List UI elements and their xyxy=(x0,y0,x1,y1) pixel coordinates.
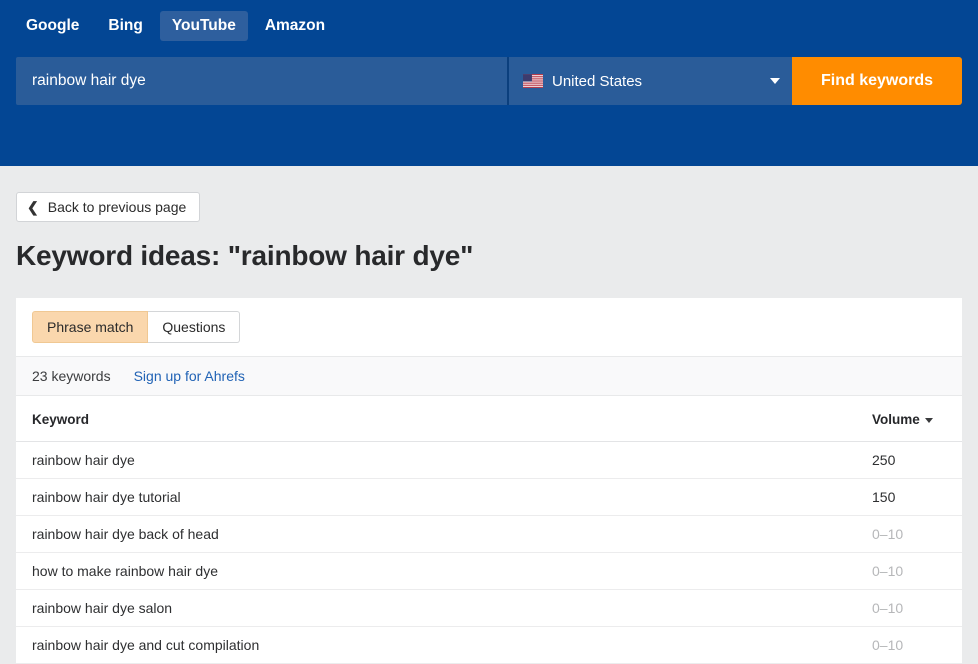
table-header-row: Keyword Volume xyxy=(16,396,962,443)
cell-keyword: rainbow hair dye back of head xyxy=(16,515,872,554)
table-row[interactable]: rainbow hair dye back of head 0–10 xyxy=(16,515,962,554)
page-body: ❮ Back to previous page Keyword ideas: "… xyxy=(0,166,978,664)
cell-volume: 0–10 xyxy=(872,552,962,591)
cell-keyword: how to make rainbow hair dye xyxy=(16,552,872,591)
tab-questions[interactable]: Questions xyxy=(148,311,241,344)
cell-volume: 0–10 xyxy=(872,515,962,554)
search-engine-tabs: Google Bing YouTube Amazon xyxy=(0,0,978,44)
chevron-down-icon xyxy=(770,78,780,84)
cell-keyword: rainbow hair dye tutorial xyxy=(16,478,872,517)
table-row[interactable]: rainbow hair dye salon 0–10 xyxy=(16,589,962,628)
keyword-count-bar: 23 keywords Sign up for Ahrefs xyxy=(16,356,962,397)
back-to-previous-page-button[interactable]: ❮ Back to previous page xyxy=(16,192,201,222)
cell-keyword: rainbow hair dye xyxy=(16,441,872,480)
tab-google[interactable]: Google xyxy=(14,11,91,42)
country-label: United States xyxy=(552,72,643,90)
table-row[interactable]: how to make rainbow hair dye 0–10 xyxy=(16,552,962,591)
cell-volume: 0–10 xyxy=(872,626,962,664)
table-row[interactable]: rainbow hair dye tutorial 150 xyxy=(16,478,962,517)
cell-volume: 150 xyxy=(872,478,962,517)
cell-keyword: rainbow hair dye salon xyxy=(16,589,872,628)
tab-youtube[interactable]: YouTube xyxy=(159,10,248,42)
column-header-keyword[interactable]: Keyword xyxy=(16,396,872,443)
sign-up-link[interactable]: Sign up for Ahrefs xyxy=(134,368,245,384)
sort-descending-caret-icon xyxy=(924,418,933,424)
keyword-ideas-card: Phrase match Questions 23 keywords Sign … xyxy=(16,298,962,664)
tab-bing[interactable]: Bing xyxy=(96,11,154,42)
search-bar: United States Find keywords xyxy=(16,57,962,105)
tab-amazon[interactable]: Amazon xyxy=(253,11,337,42)
keyword-table: Keyword Volume rainbow hair dye 250 rain… xyxy=(16,396,962,664)
find-keywords-button[interactable]: Find keywords xyxy=(792,57,962,105)
column-header-volume-label: Volume xyxy=(872,412,920,428)
chevron-left-icon: ❮ xyxy=(27,199,39,215)
keyword-table-body: rainbow hair dye 250 rainbow hair dye tu… xyxy=(16,441,962,664)
keyword-search-input[interactable] xyxy=(16,57,507,105)
keyword-count-text: 23 keywords xyxy=(32,368,111,385)
cell-keyword: rainbow hair dye and cut compilation xyxy=(16,626,872,664)
tab-phrase-match[interactable]: Phrase match xyxy=(32,311,149,344)
app-header: Google Bing YouTube Amazon United States… xyxy=(0,0,978,166)
country-select[interactable]: United States xyxy=(507,57,792,105)
page-title: Keyword ideas: "rainbow hair dye" xyxy=(16,240,474,271)
table-row[interactable]: rainbow hair dye and cut compilation 0–1… xyxy=(16,626,962,664)
match-type-tabs: Phrase match Questions xyxy=(16,298,962,356)
column-header-volume[interactable]: Volume xyxy=(872,396,962,443)
back-button-label: Back to previous page xyxy=(47,199,187,215)
cell-volume: 250 xyxy=(872,441,962,480)
us-flag-icon xyxy=(523,74,543,88)
cell-volume: 0–10 xyxy=(872,589,962,628)
table-row[interactable]: rainbow hair dye 250 xyxy=(16,441,962,480)
